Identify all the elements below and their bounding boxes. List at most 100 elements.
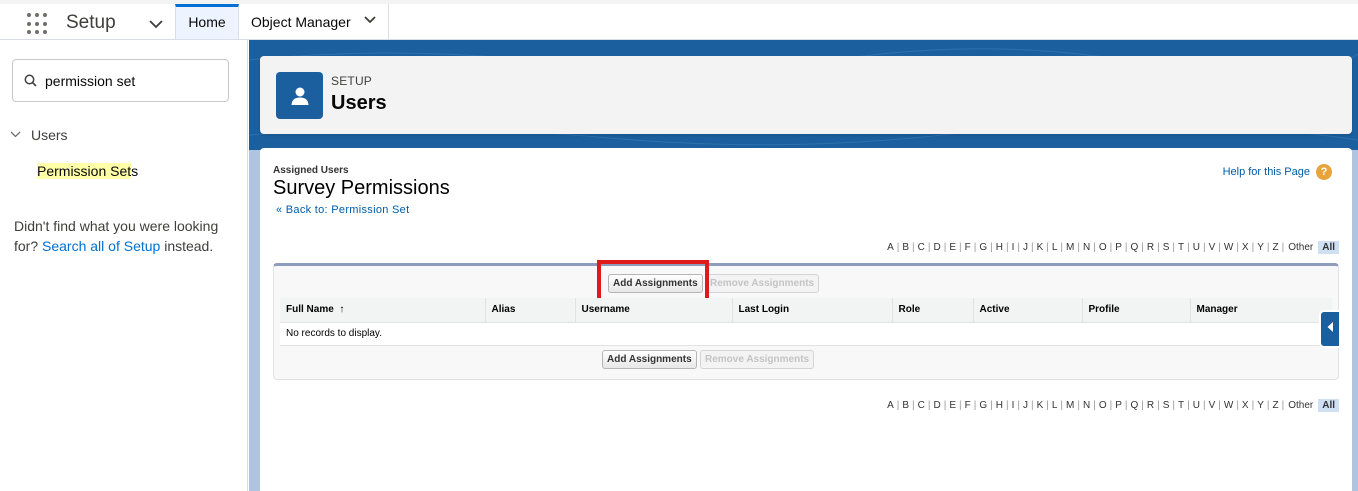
- alpha-filter-letter[interactable]: E: [946, 400, 959, 411]
- back-to-permission-set-link[interactable]: « Back to: Permission Set: [276, 204, 409, 216]
- content-panel: Assigned Users Survey Permissions « Back…: [260, 148, 1352, 491]
- alpha-filter-letter[interactable]: M: [1063, 400, 1077, 411]
- alpha-filter-letter[interactable]: S: [1160, 400, 1173, 411]
- alpha-filter-letter[interactable]: Q: [1128, 400, 1142, 411]
- alpha-filter-letter[interactable]: N: [1080, 400, 1093, 411]
- alpha-filter-letter[interactable]: H: [993, 242, 1006, 253]
- alpha-filter-letter[interactable]: D: [931, 400, 944, 411]
- alpha-filter-other[interactable]: Other: [1284, 242, 1316, 253]
- page-title: Users: [331, 92, 387, 114]
- alpha-filter-letter[interactable]: S: [1160, 242, 1173, 253]
- column-header-last-login[interactable]: Last Login: [731, 298, 892, 323]
- alpha-filter-letter[interactable]: O: [1096, 242, 1110, 253]
- page-header-eyebrow: SETUP: [331, 74, 373, 88]
- alpha-filter-letter[interactable]: B: [899, 242, 912, 253]
- alpha-filter-letter[interactable]: B: [899, 400, 912, 411]
- alpha-filter-letter[interactable]: I: [1009, 242, 1018, 253]
- chevron-down-icon[interactable]: [10, 127, 21, 143]
- table-row: No records to display.: [280, 322, 1332, 346]
- alpha-filter-letter[interactable]: Q: [1128, 242, 1142, 253]
- help-icon[interactable]: ?: [1316, 164, 1332, 180]
- add-assignments-button[interactable]: Add Assignments: [608, 274, 703, 293]
- add-assignments-button-bottom[interactable]: Add Assignments: [602, 350, 697, 369]
- empty-message: No records to display.: [280, 322, 1332, 346]
- chevron-down-icon[interactable]: [148, 16, 164, 37]
- tab-object-manager[interactable]: Object Manager: [239, 4, 389, 39]
- alpha-filter-letter[interactable]: N: [1080, 242, 1093, 253]
- alpha-filter-all[interactable]: All: [1318, 241, 1339, 254]
- alpha-filter-letter[interactable]: T: [1175, 400, 1187, 411]
- alpha-filter-letter[interactable]: V: [1206, 400, 1219, 411]
- alpha-filter-letter[interactable]: Y: [1254, 400, 1267, 411]
- column-header-role[interactable]: Role: [891, 298, 973, 323]
- alpha-filter-letter[interactable]: K: [1034, 242, 1047, 253]
- column-header-username[interactable]: Username: [574, 298, 732, 323]
- tab-home-label: Home: [188, 14, 226, 30]
- alpha-filter-all[interactable]: All: [1318, 399, 1339, 412]
- alpha-filter-letter[interactable]: A: [884, 242, 897, 253]
- alpha-filter-letter[interactable]: R: [1144, 242, 1157, 253]
- alpha-filter-letter[interactable]: F: [962, 400, 974, 411]
- alpha-filter-letter[interactable]: Y: [1254, 242, 1267, 253]
- column-header-manager[interactable]: Manager: [1189, 298, 1332, 323]
- column-header-profile[interactable]: Profile: [1081, 298, 1190, 323]
- sidebar-item-permission-sets[interactable]: Permission Sets: [37, 163, 138, 179]
- alpha-filter-letter[interactable]: U: [1190, 400, 1203, 411]
- alpha-filter-letter[interactable]: C: [915, 400, 928, 411]
- not-found-message: Didn't find what you were looking for? S…: [14, 216, 239, 256]
- alpha-filter-letter[interactable]: T: [1175, 242, 1187, 253]
- alpha-filter-letter[interactable]: L: [1049, 242, 1061, 253]
- permission-set-title: Survey Permissions: [273, 177, 450, 199]
- chevron-left-icon[interactable]: [1326, 320, 1334, 338]
- help-link-label: Help for this Page: [1222, 166, 1310, 178]
- alpha-filter-letter[interactable]: H: [993, 400, 1006, 411]
- quick-find-input[interactable]: [45, 70, 220, 92]
- alpha-filter-letter[interactable]: R: [1144, 400, 1157, 411]
- alpha-filter-letter[interactable]: E: [946, 242, 959, 253]
- alpha-filter-letter[interactable]: A: [884, 400, 897, 411]
- sidebar-item-users[interactable]: Users: [10, 127, 68, 143]
- users-table: Full Name ↑ Alias Username Last Login Ro…: [280, 298, 1332, 346]
- alpha-filter-letter[interactable]: I: [1009, 400, 1018, 411]
- alpha-filter-letter[interactable]: J: [1020, 400, 1031, 411]
- alpha-filter-letter[interactable]: J: [1020, 242, 1031, 253]
- alpha-filter-letter[interactable]: L: [1049, 400, 1061, 411]
- column-header-active[interactable]: Active: [972, 298, 1082, 323]
- quick-find-box: [12, 59, 229, 102]
- alpha-filter-letter[interactable]: K: [1034, 400, 1047, 411]
- alpha-filter-letter[interactable]: G: [976, 400, 990, 411]
- alpha-filter-letter[interactable]: P: [1112, 400, 1125, 411]
- search-all-setup-link[interactable]: Search all of Setup: [42, 238, 160, 254]
- alpha-filter-other[interactable]: Other: [1284, 400, 1316, 411]
- alpha-filter-letter[interactable]: C: [915, 242, 928, 253]
- alpha-filter-letter[interactable]: M: [1063, 242, 1077, 253]
- assigned-users-list: Add Assignments Remove Assignments Full …: [273, 260, 1339, 380]
- alpha-filter-letter[interactable]: W: [1221, 242, 1236, 253]
- app-launcher-icon[interactable]: [27, 13, 49, 35]
- alpha-filter-top: A | B | C | D | E | F | G | H | I | J | K | L | M | N | O | P | Q | R | S | T |…: [884, 241, 1339, 254]
- page-subtitle: Assigned Users: [273, 165, 349, 176]
- alpha-filter-letter[interactable]: G: [976, 242, 990, 253]
- tab-home[interactable]: Home: [175, 4, 239, 39]
- search-icon: [24, 74, 37, 92]
- help-for-page-link[interactable]: Help for this Page ?: [1223, 164, 1332, 180]
- alpha-filter-letter[interactable]: Z: [1269, 242, 1281, 253]
- chevron-down-icon[interactable]: [363, 13, 377, 30]
- alpha-filter-letter[interactable]: F: [962, 242, 974, 253]
- alpha-filter-letter[interactable]: X: [1239, 400, 1252, 411]
- alpha-filter-letter[interactable]: U: [1190, 242, 1203, 253]
- alpha-filter-letter[interactable]: O: [1096, 400, 1110, 411]
- page-header: SETUP Users: [260, 56, 1352, 134]
- user-icon: [276, 72, 323, 119]
- collapse-panel-tab[interactable]: [1321, 312, 1339, 346]
- alpha-filter-letter[interactable]: W: [1221, 400, 1236, 411]
- alpha-filter-letter[interactable]: Z: [1269, 400, 1281, 411]
- alpha-filter-letter[interactable]: X: [1239, 242, 1252, 253]
- alpha-filter-letter[interactable]: P: [1112, 242, 1125, 253]
- remove-assignments-button: Remove Assignments: [705, 274, 820, 293]
- column-header-alias[interactable]: Alias: [484, 298, 575, 323]
- sidebar-item-users-label: Users: [31, 127, 68, 143]
- alpha-filter-letter[interactable]: V: [1206, 242, 1219, 253]
- column-header-full-name[interactable]: Full Name ↑: [280, 298, 485, 323]
- alpha-filter-letter[interactable]: D: [931, 242, 944, 253]
